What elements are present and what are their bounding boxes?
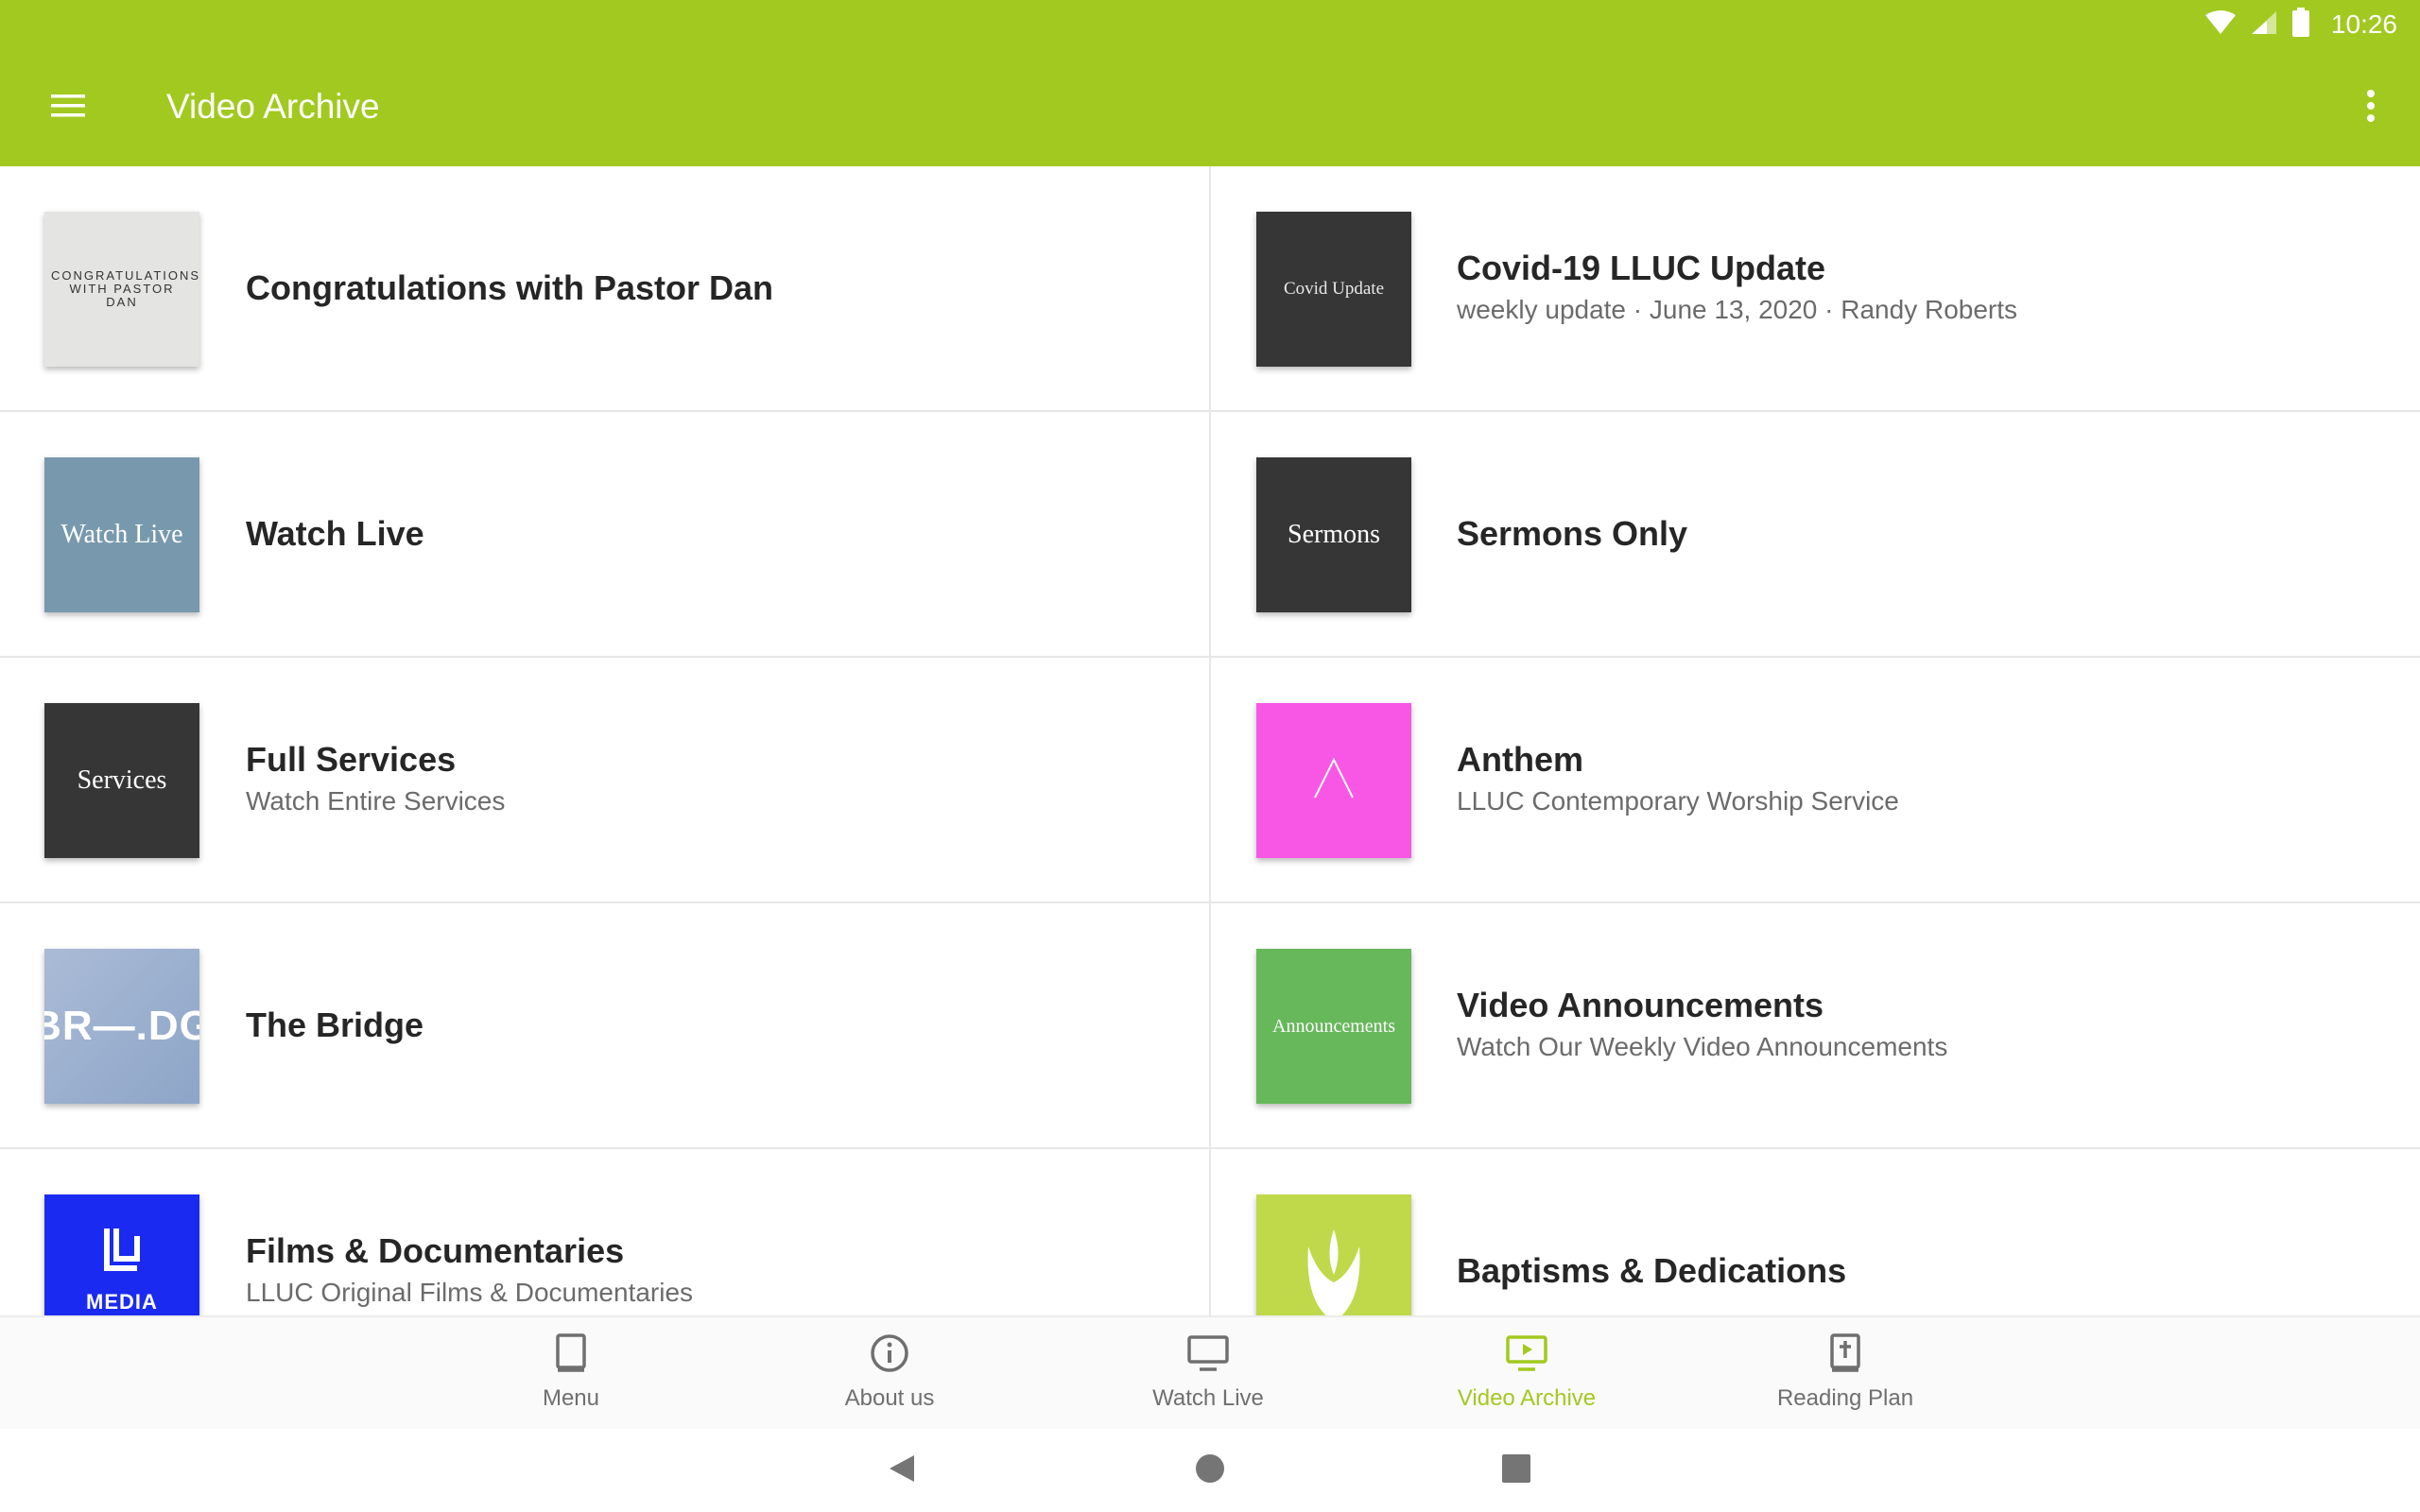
hamburger-menu-button[interactable] [38, 77, 98, 138]
tab-reading-plan[interactable]: Reading Plan [1732, 1331, 1959, 1425]
tab-watch-live[interactable]: Watch Live [1095, 1331, 1322, 1425]
anthem-logo-icon [1310, 755, 1357, 807]
thumbnail-text: CONGRATULATIONS WITH PASTOR DAN [51, 268, 199, 309]
recents-square-icon [1502, 1453, 1530, 1487]
bible-icon [1823, 1331, 1868, 1376]
wifi-icon [2204, 9, 2237, 41]
item-subtitle: Watch Entire Services [246, 786, 506, 816]
thumbnail-text: MEDIA [86, 1290, 158, 1314]
thumbnail-text: BR—.DG [44, 1003, 199, 1049]
thumbnail: MEDIA [44, 1194, 199, 1315]
thumbnail: CONGRATULATIONS WITH PASTOR DAN [44, 212, 199, 367]
list-item[interactable]: Announcements Video Announcements Watch … [1211, 903, 2420, 1149]
thumbnail-text: Watch Live [60, 520, 183, 549]
thumbnail: Covid Update [1256, 212, 1411, 367]
item-title: Sermons Only [1457, 514, 1688, 553]
thumbnail: BR—.DG [44, 949, 199, 1104]
item-subtitle: LLUC Contemporary Worship Service [1457, 786, 1899, 816]
tab-label: About us [844, 1385, 935, 1411]
list-item[interactable]: Anthem LLUC Contemporary Worship Service [1211, 658, 2420, 903]
tulip-logo-icon [1301, 1228, 1367, 1315]
thumbnail [1256, 1194, 1411, 1315]
thumbnail: Watch Live [44, 457, 199, 612]
book-icon [548, 1331, 594, 1376]
item-subtitle: Watch Our Weekly Video Announcements [1457, 1032, 1948, 1061]
list-item[interactable]: Watch Live Watch Live [0, 412, 1209, 658]
battery-icon [2291, 7, 2310, 43]
item-title: Baptisms & Dedications [1457, 1251, 1847, 1290]
list-item[interactable]: Services Full Services Watch Entire Serv… [0, 658, 1209, 903]
tab-label: Watch Live [1152, 1385, 1264, 1411]
list-item[interactable]: Sermons Sermons Only [1211, 412, 2420, 658]
tab-label: Video Archive [1457, 1385, 1597, 1411]
item-title: Full Services [246, 740, 457, 779]
item-title: The Bridge [246, 1005, 424, 1044]
lluc-logo-icon [101, 1227, 143, 1284]
monitor-icon [1185, 1331, 1231, 1376]
more-vert-icon [2365, 89, 2377, 128]
video-archive-list: CONGRATULATIONS WITH PASTOR DAN Congratu… [0, 166, 2420, 1315]
thumbnail-text: Covid Update [1283, 279, 1385, 299]
item-title: Video Announcements [1457, 986, 1824, 1024]
thumbnail: Services [44, 703, 199, 858]
item-title: Covid-19 LLUC Update [1457, 249, 1826, 287]
list-item[interactable]: Covid Update Covid-19 LLUC Update weekly… [1211, 166, 2420, 412]
info-icon [867, 1331, 912, 1376]
list-item[interactable]: Baptisms & Dedications [1211, 1149, 2420, 1315]
thumbnail-text: Sermons [1288, 520, 1380, 549]
page-title: Video Archive [166, 87, 380, 126]
tab-video-archive[interactable]: Video Archive [1413, 1331, 1640, 1425]
list-item[interactable]: MEDIA Films & Documentaries LLUC Origina… [0, 1149, 1209, 1315]
tab-about-us[interactable]: About us [776, 1331, 1003, 1425]
list-item[interactable]: CONGRATULATIONS WITH PASTOR DAN Congratu… [0, 166, 1209, 412]
item-title: Congratulations with Pastor Dan [246, 268, 774, 307]
app-bar: 10:26 Video Archive [0, 0, 2420, 166]
thumbnail [1256, 703, 1411, 858]
back-button[interactable] [873, 1442, 930, 1499]
thumbnail: Announcements [1256, 949, 1411, 1104]
cell-signal-icon [2250, 9, 2278, 41]
home-button[interactable] [1182, 1442, 1238, 1499]
tab-label: Reading Plan [1776, 1385, 1914, 1411]
thumbnail-text: Services [77, 765, 167, 795]
recents-button[interactable] [1488, 1442, 1545, 1499]
system-navigation-bar [0, 1429, 2420, 1512]
item-subtitle: weekly update · June 13, 2020 · Randy Ro… [1457, 295, 2018, 324]
item-title: Watch Live [246, 514, 424, 553]
bottom-navigation: Menu About us Watch Live Video Archive R… [0, 1315, 2420, 1429]
item-title: Films & Documentaries [246, 1231, 625, 1270]
tab-menu[interactable]: Menu [458, 1331, 684, 1425]
tab-label: Menu [542, 1385, 600, 1411]
thumbnail-text: Announcements [1272, 1015, 1395, 1037]
status-bar: 10:26 [2042, 0, 2420, 49]
item-title: Anthem [1457, 740, 1583, 779]
hamburger-icon [49, 92, 87, 125]
video-play-icon [1504, 1331, 1549, 1376]
home-circle-icon [1195, 1453, 1225, 1488]
overflow-menu-button[interactable] [2341, 77, 2401, 138]
list-item[interactable]: BR—.DG The Bridge [0, 903, 1209, 1149]
status-time: 10:26 [2330, 9, 2397, 39]
back-triangle-icon [888, 1453, 916, 1488]
item-subtitle: LLUC Original Films & Documentaries [246, 1278, 694, 1307]
thumbnail: Sermons [1256, 457, 1411, 612]
